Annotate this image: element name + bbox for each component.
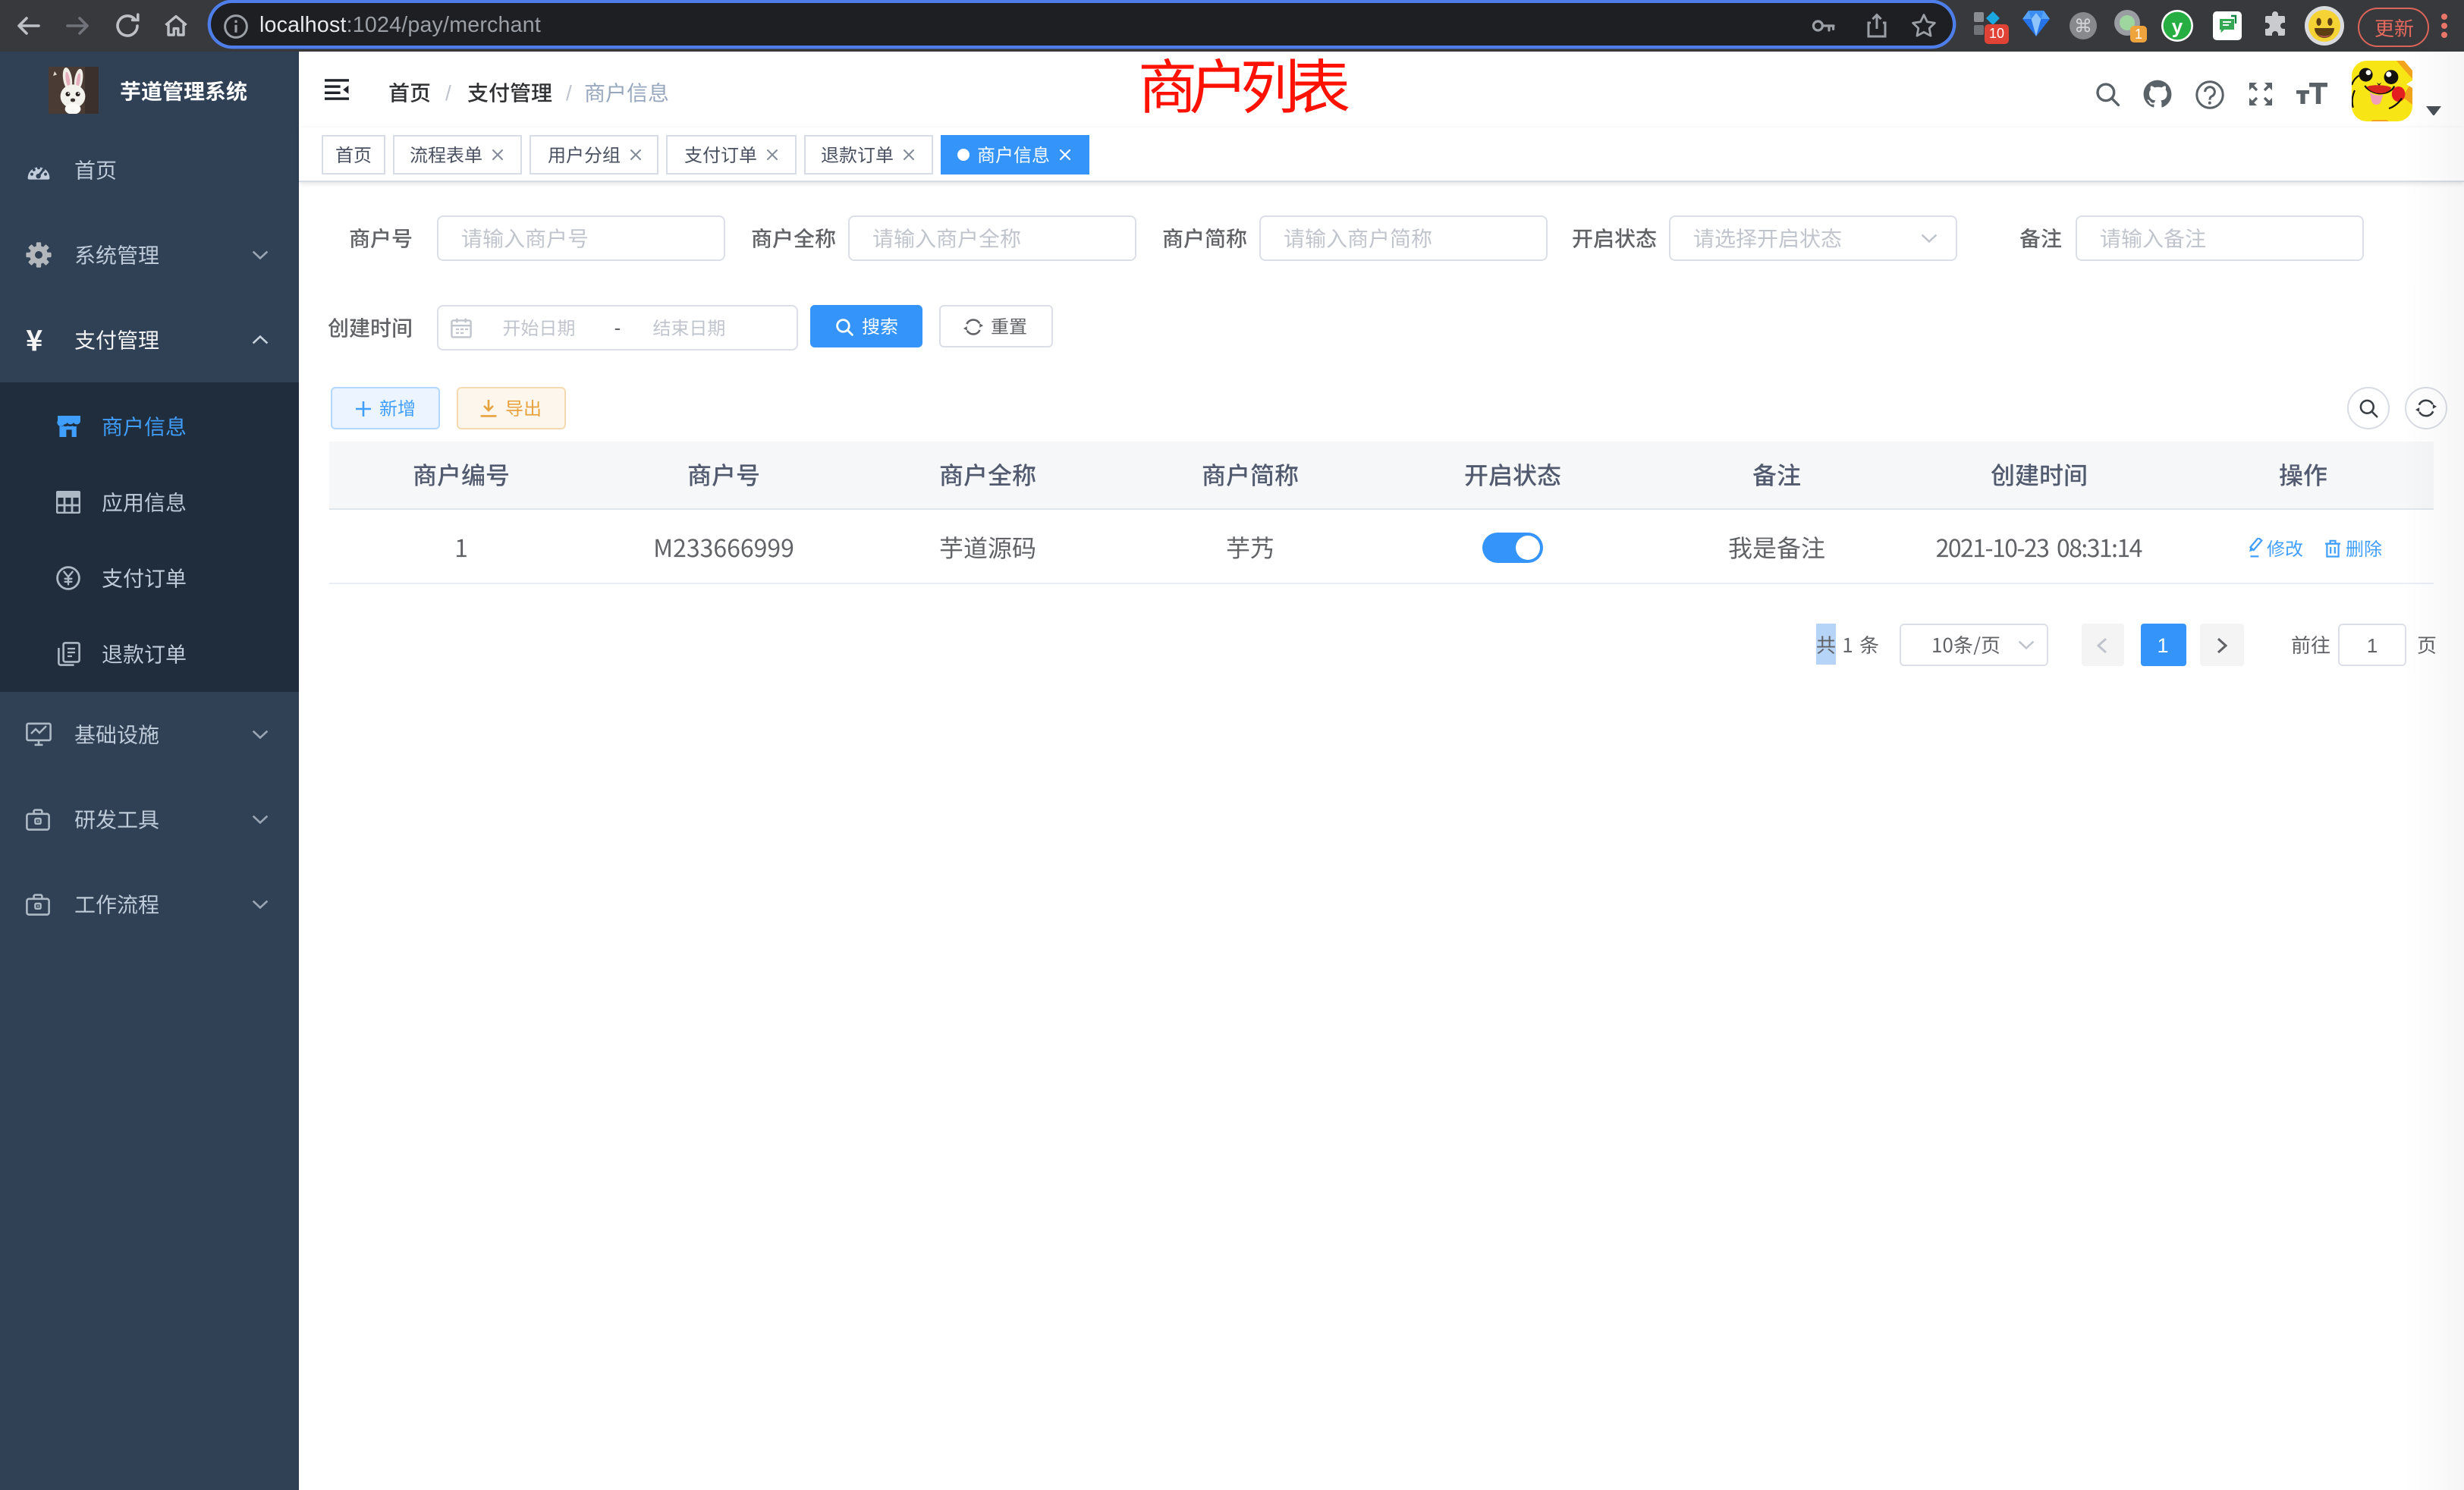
svg-text:y: y [2172, 15, 2183, 38]
svg-text:1: 1 [2135, 27, 2142, 42]
svg-text:⌘: ⌘ [2074, 16, 2092, 36]
